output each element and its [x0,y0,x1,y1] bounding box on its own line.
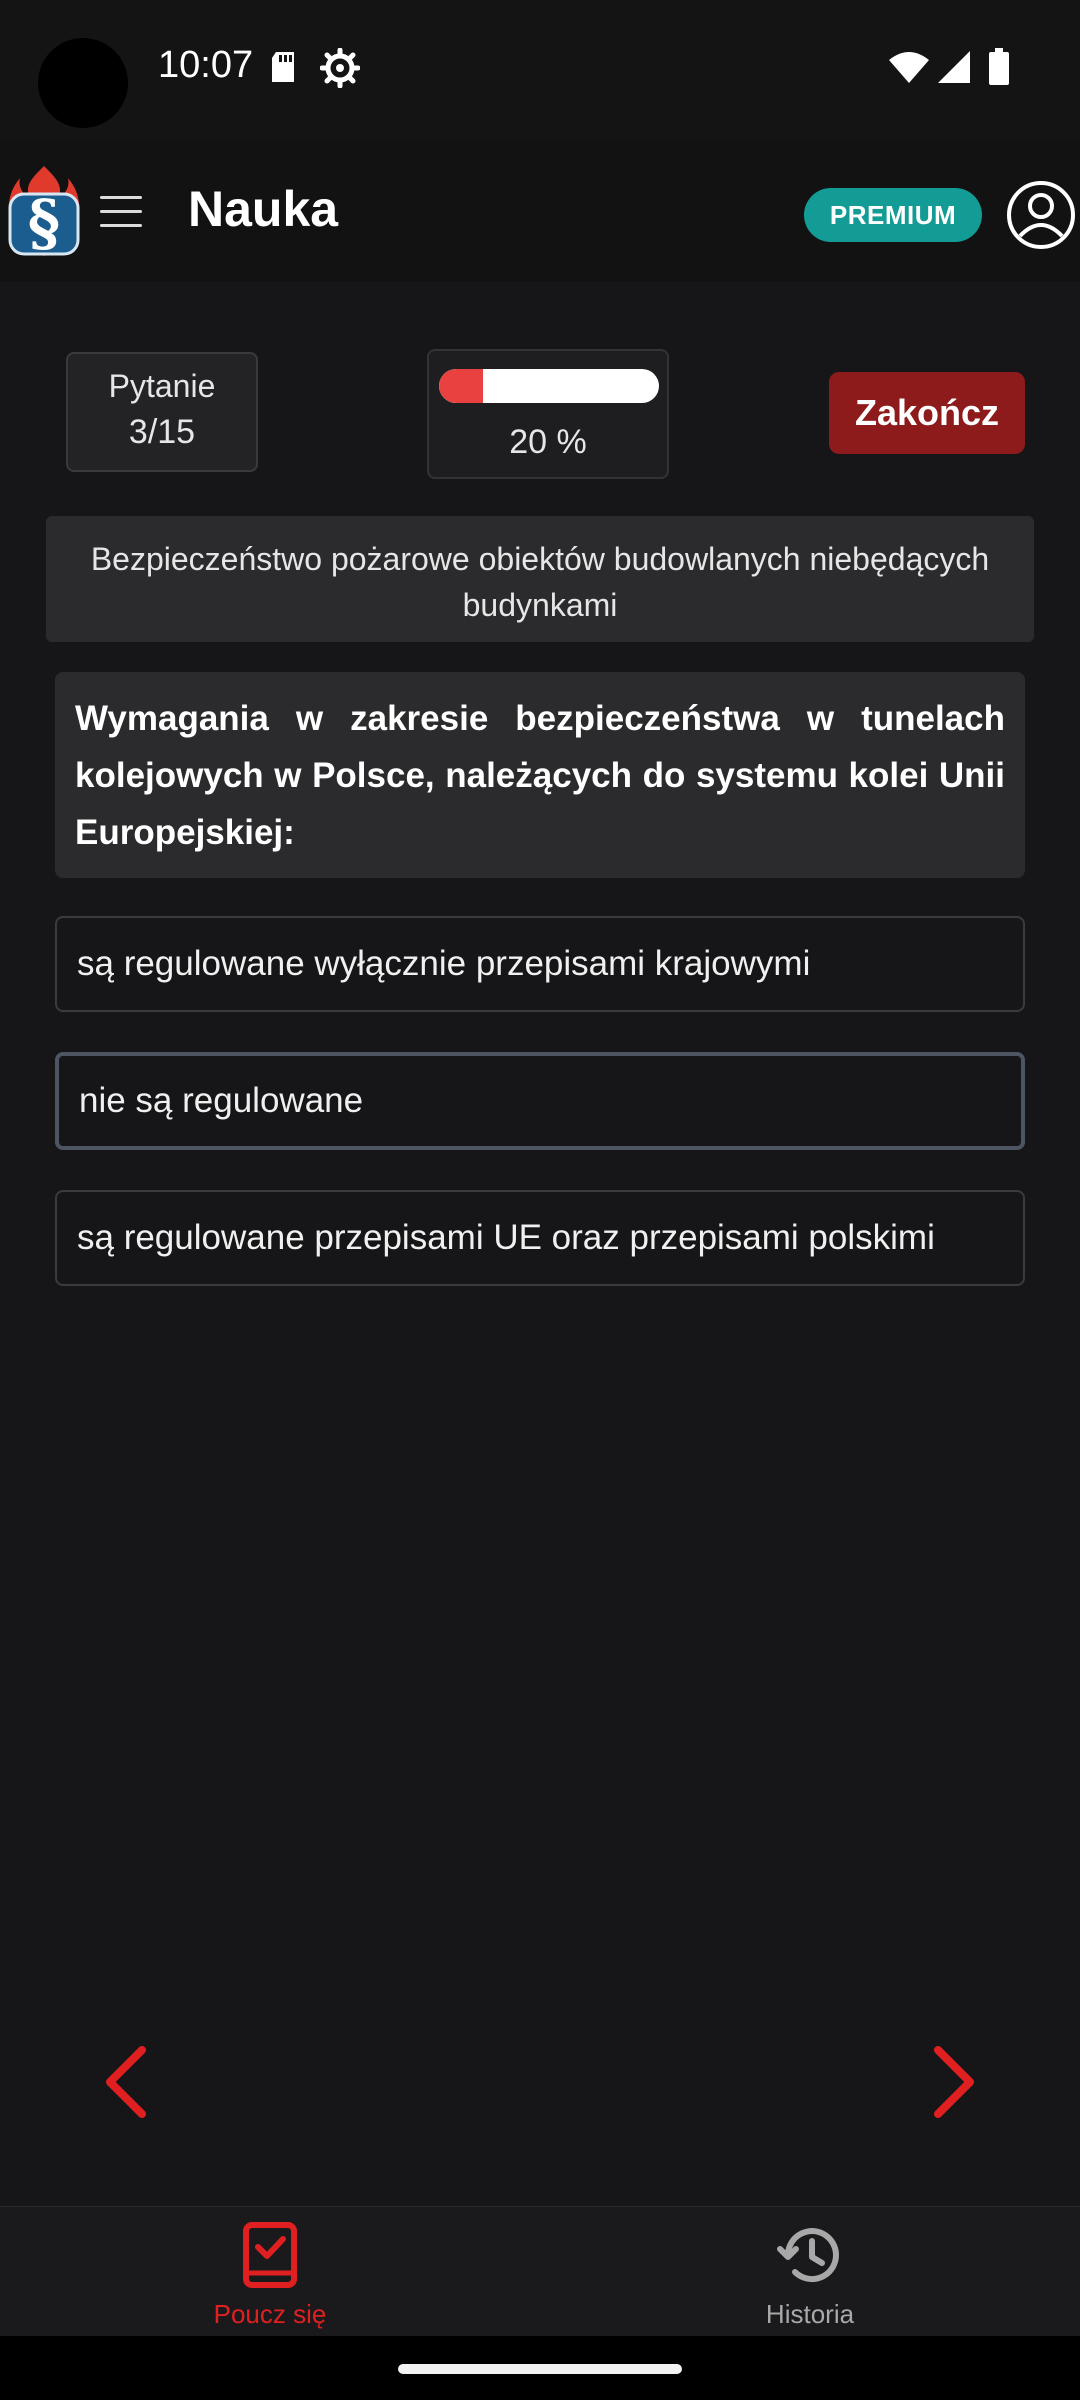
app-bar: § Nauka PREMIUM [0,140,1080,282]
question-text: Wymagania w zakresie bezpieczeństwa w tu… [55,672,1025,878]
nav-label-history: Historia [765,2299,855,2329]
question-label: Pytanie [108,368,216,404]
answer-option[interactable]: są regulowane przepisami UE oraz przepis… [55,1190,1025,1286]
status-bar: 10:07 [0,0,1080,140]
menu-button[interactable] [96,186,146,236]
question-counter: 3/15 [128,413,196,451]
category-label: Bezpieczeństwo pożarowe obiektów budowla… [46,516,1034,642]
progress-text: 20 % [509,423,587,461]
answer-option-selected[interactable]: nie są regulowane [55,1052,1025,1150]
question-counter-box: Pytanie 3/15 [66,352,258,472]
signal-icon [938,51,970,83]
battery-icon [989,48,1009,85]
user-profile-icon[interactable] [1006,180,1076,250]
sd-card-icon [272,52,294,82]
hamburger-menu-icon [100,196,142,199]
wifi-icon [889,52,929,83]
svg-text:§: § [28,186,60,258]
premium-badge[interactable]: PREMIUM [804,188,982,242]
history-icon [777,2228,839,2283]
home-gesture-pill[interactable] [398,2364,682,2374]
gesture-bar [0,2336,1080,2400]
progress-bar-fill [439,369,483,403]
front-camera-cutout [38,38,128,128]
hamburger-line [100,210,142,213]
chevron-left-icon[interactable] [92,2042,162,2122]
app-logo-icon: § [8,166,80,258]
progress-bar [439,369,659,403]
nav-item-learn[interactable]: Poucz się [0,2207,540,2337]
progress-box: 20 % [427,349,669,479]
hamburger-line [100,224,142,227]
app-screen: 10:07 § Nauka PREMIUM Pytanie 3/15 20 % … [0,0,1080,2400]
gear-icon [320,48,360,88]
page-title: Nauka [188,181,339,237]
status-time: 10:07 [158,44,254,86]
bottom-navigation: Poucz się Historia [0,2206,1080,2336]
finish-button[interactable]: Zakończ [829,372,1025,454]
nav-item-history[interactable]: Historia [540,2207,1080,2337]
book-check-icon [243,2222,297,2288]
nav-label-learn: Poucz się [213,2299,327,2329]
answer-option[interactable]: są regulowane wyłącznie przepisami krajo… [55,916,1025,1012]
chevron-right-icon[interactable] [918,2042,988,2122]
